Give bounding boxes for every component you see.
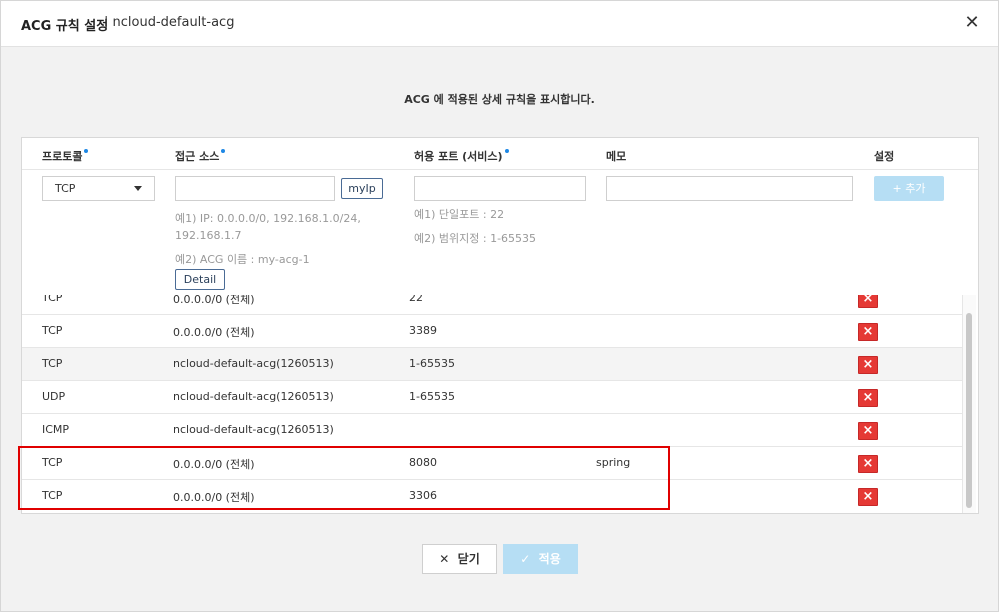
source-hint-1: 예1) IP: 0.0.0.0/0, 192.168.1.0/24, 192.1…: [175, 212, 361, 242]
apply-button-label: 적용: [538, 552, 561, 566]
column-settings: 설정: [874, 150, 895, 163]
rule-source: ncloud-default-acg(1260513): [173, 423, 334, 436]
delete-icon[interactable]: ×: [858, 488, 878, 506]
close-icon: ✕: [439, 552, 450, 566]
rule-source: ncloud-default-acg(1260513): [173, 390, 334, 403]
rule-source: 0.0.0.0/0 (전체): [173, 326, 255, 339]
rule-port: 3389: [409, 324, 437, 337]
delete-icon[interactable]: ×: [858, 422, 878, 440]
required-dot-icon: [504, 149, 509, 153]
rule-protocol: TCP: [42, 295, 63, 304]
delete-icon[interactable]: ×: [858, 323, 878, 341]
delete-icon[interactable]: ×: [858, 295, 878, 308]
rule-protocol: TCP: [42, 456, 63, 469]
rule-port: 8080: [409, 456, 437, 469]
rule-protocol: UDP: [42, 390, 66, 403]
column-source: 접근 소스: [175, 148, 226, 164]
delete-icon[interactable]: ×: [858, 455, 878, 473]
rule-source: 0.0.0.0/0 (전체): [173, 458, 255, 471]
rule-port: 3306: [409, 489, 437, 502]
protocol-select-value: TCP: [55, 182, 76, 195]
protocol-select[interactable]: TCP: [42, 176, 155, 201]
header-divider: [22, 169, 978, 170]
rule-port: 1-65535: [409, 390, 455, 403]
column-port: 허용 포트 (서비스): [414, 148, 509, 164]
table-row: TCP ncloud-default-acg(1260513) 1-65535 …: [22, 347, 962, 380]
port-hint-1: 예1) 단일포트 : 22: [414, 208, 505, 221]
modal-title: ACG 규칙 설정: [21, 19, 109, 34]
rule-protocol: TCP: [42, 324, 63, 337]
rule-source: ncloud-default-acg(1260513): [173, 357, 334, 370]
modal-header: ACG 규칙 설정 | ncloud-default-acg ✕: [1, 1, 998, 47]
table-row: UDP ncloud-default-acg(1260513) 1-65535 …: [22, 380, 962, 413]
rule-memo: spring: [596, 456, 631, 469]
rules-panel: 프로토콜 접근 소스 허용 포트 (서비스) 메모 설정 TCP myIp 예1…: [21, 137, 979, 514]
delete-icon[interactable]: ×: [858, 389, 878, 407]
rule-source: 0.0.0.0/0 (전체): [173, 491, 255, 504]
myip-button[interactable]: myIp: [341, 178, 383, 199]
table-row: TCP 0.0.0.0/0 (전체) 22 ×: [22, 295, 962, 314]
rule-port: 22: [409, 295, 423, 304]
required-dot-icon: [221, 149, 226, 153]
rule-protocol: ICMP: [42, 423, 70, 436]
close-button[interactable]: ✕ 닫기: [422, 544, 497, 574]
apply-button[interactable]: ✓ 적용: [503, 544, 578, 574]
caret-down-icon: [134, 186, 142, 191]
scrollbar-thumb[interactable]: [966, 313, 972, 508]
close-icon[interactable]: ✕: [964, 13, 980, 33]
close-button-label: 닫기: [457, 552, 480, 566]
table-row: TCP 0.0.0.0/0 (전체) 3306 ×: [22, 479, 962, 512]
rules-list: TCP 0.0.0.0/0 (전체) 22 × TCP 0.0.0.0/0 (전…: [22, 295, 964, 513]
source-hint-2: 예2) ACG 이름 : my-acg-1: [175, 253, 310, 266]
table-row: ICMP ncloud-default-acg(1260513) ×: [22, 413, 962, 446]
required-dot-icon: [84, 149, 89, 153]
description-text: ACG 에 적용된 상세 규칙을 표시합니다.: [404, 93, 595, 106]
rule-protocol: TCP: [42, 357, 63, 370]
column-memo: 메모: [606, 150, 627, 163]
modal-subtitle: | ncloud-default-acg: [104, 15, 235, 30]
table-row: TCP 0.0.0.0/0 (전체) 3389 ×: [22, 314, 962, 347]
port-hint-2: 예2) 범위지정 : 1-65535: [414, 232, 537, 245]
memo-input[interactable]: [606, 176, 853, 201]
port-input[interactable]: [414, 176, 586, 201]
rule-port: 1-65535: [409, 357, 455, 370]
column-protocol: 프로토콜: [42, 148, 89, 164]
delete-icon[interactable]: ×: [858, 356, 878, 374]
detail-button[interactable]: Detail: [175, 269, 225, 290]
acg-rule-modal: ACG 규칙 설정 | ncloud-default-acg ✕ ACG 에 적…: [0, 0, 999, 612]
check-icon: ✓: [520, 552, 531, 566]
add-rule-button[interactable]: + 추가: [874, 176, 944, 201]
source-input[interactable]: [175, 176, 335, 201]
table-row: TCP 0.0.0.0/0 (전체) 8080 spring ×: [22, 446, 962, 479]
rule-protocol: TCP: [42, 489, 63, 502]
rule-source: 0.0.0.0/0 (전체): [173, 295, 255, 306]
